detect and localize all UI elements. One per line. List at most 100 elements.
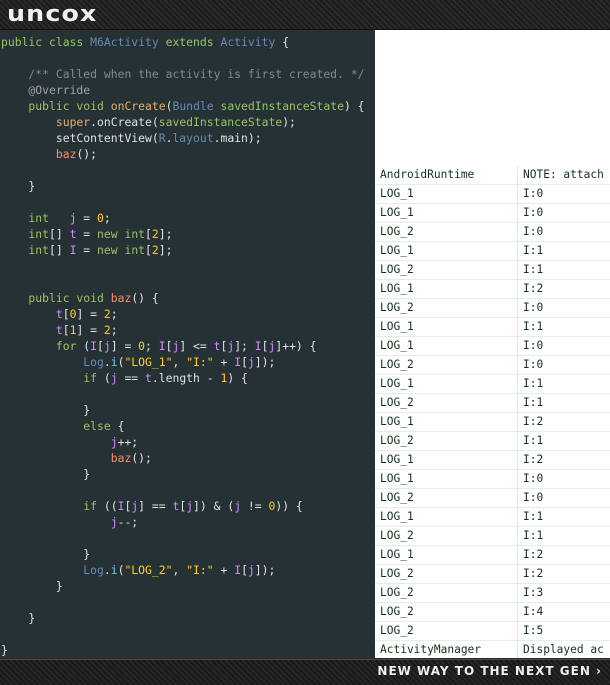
logcat-row[interactable]: LOG_2 I:2 [375,565,610,584]
code-token: .main); [213,131,262,145]
logcat-row[interactable]: LOG_1 I:1 [375,242,610,261]
logcat-message: I:1 [523,396,544,409]
column-divider [517,489,518,507]
code-token: Log [1,355,104,369]
logcat-row[interactable]: LOG_1 I:2 [375,546,610,565]
code-token: Log [1,563,104,577]
code-line: int[] t = new int[2]; [1,226,172,242]
code-line: if (j == t.length - 1) { [1,370,248,386]
logcat-row[interactable]: LOG_1 I:2 [375,280,610,299]
logcat-row[interactable]: LOG_2 I:0 [375,489,610,508]
code-token: ] = [76,323,104,337]
code-token: ; [110,307,118,321]
code-token: ]; [158,243,173,257]
code-token: ] == [138,499,173,513]
logcat-row[interactable]: LOG_2 I:1 [375,261,610,280]
code-token: { [275,35,290,49]
code-token: i [110,563,118,577]
code-token: != [241,499,269,513]
logcat-message: I:0 [523,472,544,485]
code-token: j [1,515,118,529]
code-token: ]; [234,339,255,353]
code-token: M6Activity [90,35,159,49]
code-token: 0 [138,339,146,353]
code-token: . [103,563,111,577]
logcat-row[interactable]: LOG_1 I:0 [375,185,610,204]
logcat-row[interactable]: LOG_2 I:0 [375,223,610,242]
logcat-row[interactable]: LOG_2 I:1 [375,527,610,546]
code-token: } [1,579,63,593]
code-token: ] <= [179,339,214,353]
logcat-tag: LOG_2 [380,529,414,542]
code-token: int [1,227,50,241]
column-divider [517,470,518,488]
column-divider [517,375,518,393]
column-divider [517,508,518,526]
code-token: savedInstanceState [220,99,344,113]
code-line: super.onCreate(savedInstanceState); [1,114,296,130]
logcat-message: I:0 [523,187,544,200]
code-token: int [1,211,50,225]
logcat-tag: LOG_2 [380,358,414,371]
logcat-row[interactable]: LOG_1 I:0 [375,337,610,356]
code-line: setContentView(R.layout.main); [1,130,262,146]
logcat-row[interactable]: AndroidRuntime NOTE: attach [375,166,610,185]
column-divider [517,166,518,184]
logcat-row[interactable]: LOG_1 I:1 [375,375,610,394]
code-token: [ [97,339,104,353]
logcat-panel[interactable]: AndroidRuntime NOTE: attach LOG_1 I:0 LOG_1 I… [375,30,610,658]
code-token: [ [145,243,152,257]
column-divider [517,546,518,564]
code-line: } [1,402,90,418]
logcat-tag: LOG_1 [380,244,414,257]
logcat-tag: ActivityManager [380,643,482,656]
code-line: public void onCreate(Bundle savedInstanc… [1,98,364,114]
uncox-logo: uncox [7,2,98,27]
code-token: if [1,499,104,513]
logcat-row[interactable]: ActivityManager Displayed ac [375,641,610,658]
logcat-row[interactable]: LOG_2 I:0 [375,299,610,318]
logcat-row[interactable]: LOG_2 I:3 [375,584,610,603]
logcat-row[interactable]: LOG_2 I:0 [375,356,610,375]
code-token: ]; [158,227,173,241]
logcat-tag: LOG_1 [380,472,414,485]
code-line: baz(); [1,450,152,466]
logcat-tag: LOG_1 [380,187,414,200]
column-divider [517,432,518,450]
code-token: . [103,355,111,369]
code-token: new int [97,243,146,257]
logcat-row[interactable]: LOG_1 I:2 [375,451,610,470]
code-token: "I:" [186,355,214,369]
code-line: /** Called when the activity is first cr… [1,66,364,82]
code-token: 2 [103,307,111,321]
code-editor-panel[interactable]: public class M6Activity extends Activity… [0,30,375,658]
column-divider [517,565,518,583]
logcat-row[interactable]: LOG_1 I:0 [375,204,610,223]
logcat-message: I:0 [523,225,544,238]
logcat-row[interactable]: LOG_1 I:2 [375,413,610,432]
code-token: (); [131,451,152,465]
logcat-tag: LOG_1 [380,453,414,466]
logcat-row[interactable]: LOG_1 I:1 [375,318,610,337]
logcat-row[interactable]: LOG_2 I:1 [375,432,610,451]
logcat-row[interactable]: LOG_1 I:0 [375,470,610,489]
code-token: = [76,243,98,257]
code-line: int j = 0; [1,210,110,226]
code-token: 0 [97,211,104,225]
code-line: } [1,466,90,482]
code-token: ( [103,371,111,385]
code-token: baz [1,451,132,465]
code-token: (( [103,499,118,513]
logcat-tag: LOG_1 [380,377,414,390]
logcat-row[interactable]: LOG_2 I:5 [375,622,610,641]
logcat-message: I:4 [523,605,544,618]
code-token: , [172,563,187,577]
logcat-tag: LOG_2 [380,263,414,276]
logcat-row[interactable]: LOG_2 I:1 [375,394,610,413]
logcat-row[interactable]: LOG_2 I:4 [375,603,610,622]
code-line: public void baz() { [1,290,158,306]
code-token: setContentView( [1,131,159,145]
logcat-row[interactable]: LOG_1 I:1 [375,508,610,527]
logcat-message: I:2 [523,567,544,580]
